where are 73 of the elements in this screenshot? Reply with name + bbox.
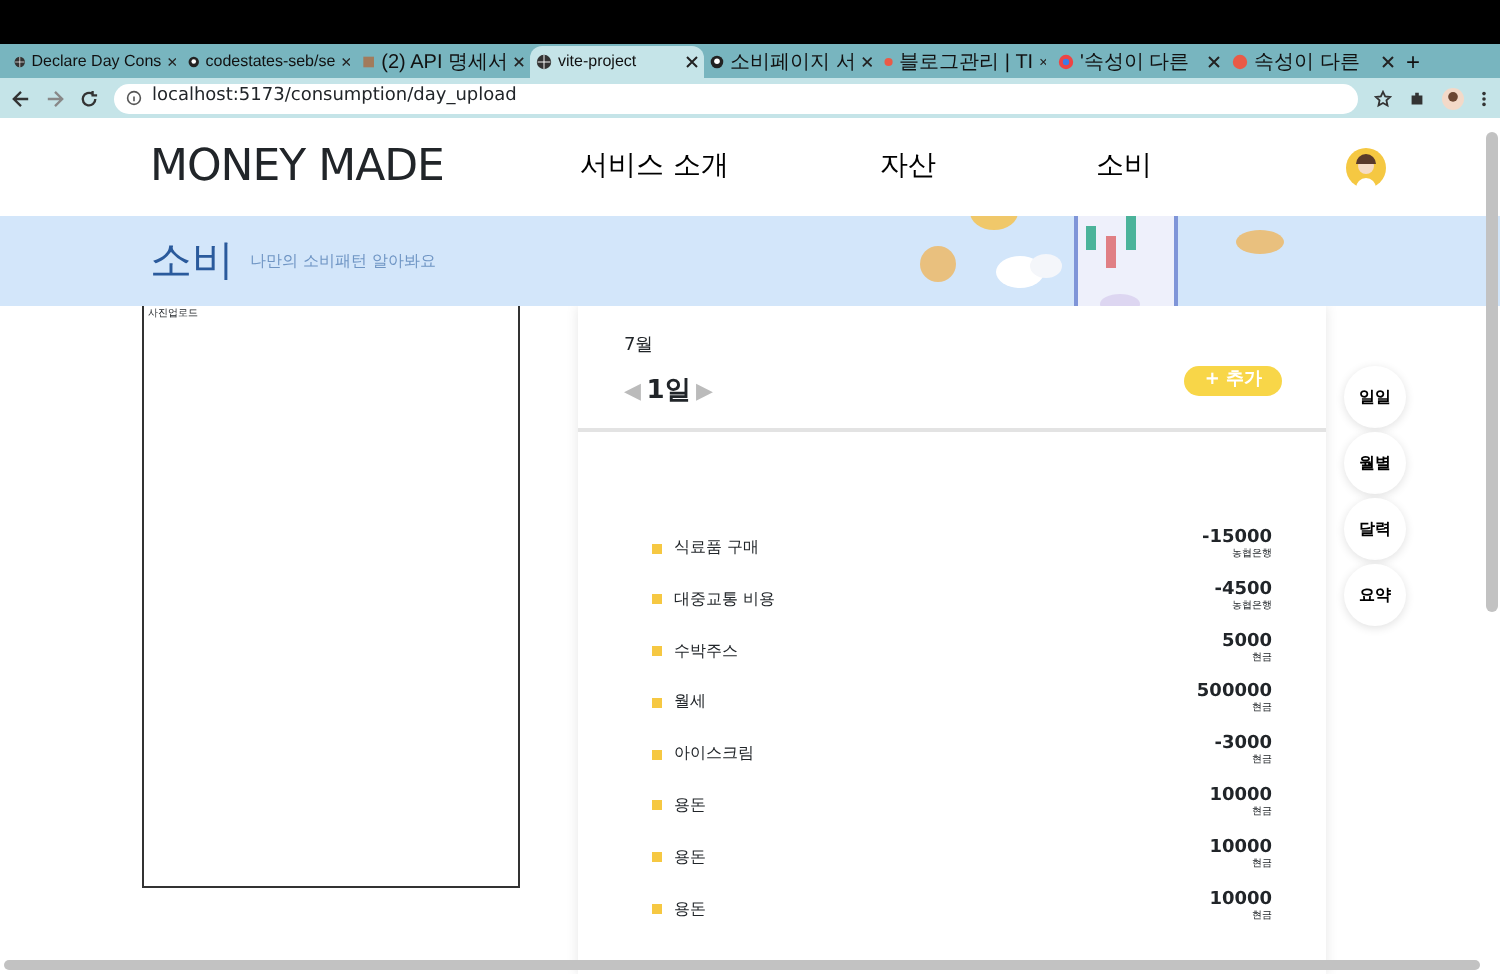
favicon-icon (188, 54, 200, 70)
entry-name: 용돈 (674, 793, 706, 818)
entry-amount: -4500 (1214, 579, 1272, 600)
scrollbar[interactable] (4, 960, 1480, 970)
entry-name: 아이스크림 (674, 742, 754, 767)
close-icon[interactable] (1382, 56, 1394, 68)
scrollbar[interactable] (1486, 132, 1498, 612)
close-icon[interactable] (514, 56, 524, 68)
page-subtitle: 나만의 소비패턴 알아봐요 (250, 249, 437, 273)
nav-link[interactable]: 자산 (880, 146, 1096, 188)
favicon-icon (710, 54, 724, 70)
browser-tab[interactable]: 소비페이지 서 (704, 46, 878, 78)
bullet-icon (652, 594, 662, 605)
address-field[interactable]: localhost:5173/consumption/day_upload (114, 83, 1358, 113)
back-icon[interactable] (12, 89, 30, 107)
close-icon[interactable] (861, 56, 872, 68)
entry-amount: -15000 (1201, 528, 1272, 548)
favicon-icon (14, 54, 26, 70)
new-tab-button[interactable]: + (1400, 46, 1444, 78)
star-icon[interactable] (1374, 89, 1392, 107)
bullet-icon (652, 904, 662, 915)
browser-tab[interactable]: (2) API 명세서 (356, 46, 530, 78)
avatar-icon[interactable] (1346, 147, 1386, 187)
entry-name: 대중교통 비용 (674, 587, 776, 612)
favicon-icon (362, 54, 376, 70)
close-icon[interactable] (341, 56, 350, 68)
browser-tab[interactable]: 속성이 다른 (1226, 46, 1400, 78)
entry-name: 용돈 (674, 897, 706, 922)
extensions-icon[interactable] (1408, 89, 1426, 107)
month-label: 7월 (624, 334, 656, 360)
entry-amount: -3000 (1214, 734, 1272, 755)
forward-icon[interactable] (46, 89, 64, 107)
logo[interactable]: MONEY MADE (150, 134, 580, 200)
entry-amount: 500000 (1196, 682, 1272, 703)
entry-name: 용돈 (674, 845, 706, 870)
nav-link[interactable]: 서비스 소개 (580, 146, 880, 188)
close-icon[interactable] (167, 56, 176, 68)
browser-tab[interactable]: 블로그관리 | TI (878, 46, 1052, 78)
close-icon[interactable] (1039, 56, 1046, 68)
page-title: 소비 (150, 233, 234, 288)
entry-amount: 10000 (1209, 889, 1272, 910)
day-label: 1일 (646, 374, 691, 410)
menu-icon[interactable] (1480, 89, 1488, 107)
reload-icon[interactable] (80, 89, 98, 107)
bullet-icon (652, 543, 662, 553)
favicon-icon (1058, 54, 1074, 70)
view-button[interactable]: 요약 (1344, 564, 1406, 626)
favicon-icon (1232, 54, 1248, 70)
view-button[interactable]: 월별 (1344, 432, 1406, 494)
entry-amount: 10000 (1209, 785, 1272, 806)
browser-tab[interactable]: vite-project (530, 46, 704, 78)
browser-tab[interactable]: Declare Day Cons (8, 46, 182, 78)
entry-name: 월세 (674, 690, 706, 715)
nav-link[interactable]: 소비 (1096, 146, 1152, 188)
entry-name: 수박주스 (674, 639, 738, 664)
entry-name: 식료품 구매 (674, 536, 760, 560)
browser-tab[interactable]: codestates-seb/se (182, 46, 356, 78)
view-button[interactable]: 달력 (1344, 498, 1406, 560)
favicon-icon (536, 54, 552, 70)
entry-amount: 5000 (1221, 631, 1272, 652)
info-icon (126, 90, 142, 106)
bullet-icon (652, 749, 662, 760)
profile-icon[interactable] (1442, 87, 1464, 109)
entry-amount: 10000 (1209, 837, 1272, 858)
bullet-icon (652, 646, 662, 657)
browser-tab[interactable]: '속성이 다른 (1052, 46, 1226, 78)
favicon-icon (884, 54, 894, 70)
bullet-icon (652, 697, 662, 708)
close-icon[interactable] (686, 56, 698, 68)
bullet-icon (652, 800, 662, 811)
bullet-icon (652, 852, 662, 863)
view-button[interactable]: 일일 (1344, 366, 1406, 428)
close-icon[interactable] (1208, 56, 1220, 68)
